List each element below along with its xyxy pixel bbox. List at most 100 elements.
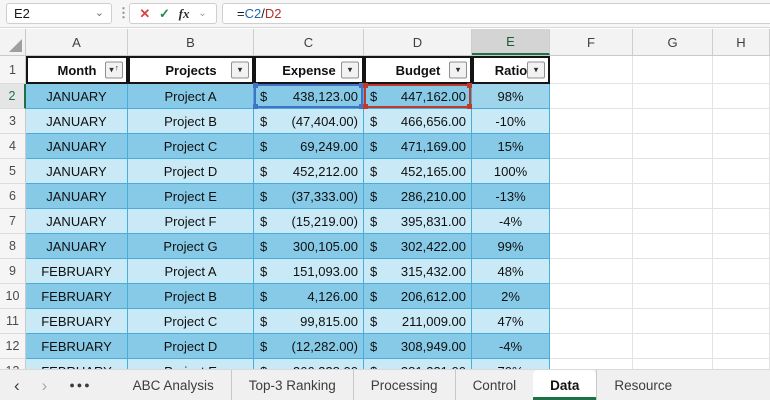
cell-empty[interactable] — [633, 209, 713, 234]
previous-sheet-icon[interactable]: ‹ — [14, 377, 20, 394]
row-header-13[interactable]: 13 — [0, 359, 26, 369]
cell-ratio[interactable]: 99% — [472, 234, 550, 259]
column-header-c[interactable]: C — [254, 29, 364, 55]
row-header-8[interactable]: 8 — [0, 234, 26, 259]
cell-empty[interactable] — [713, 134, 770, 159]
cell-empty[interactable] — [633, 284, 713, 309]
cell-project[interactable]: Project C — [128, 134, 254, 159]
row-header-5[interactable]: 5 — [0, 159, 26, 184]
cell-ratio[interactable]: -13% — [472, 184, 550, 209]
cell-empty[interactable] — [550, 56, 633, 84]
column-header-e[interactable]: E — [472, 29, 550, 55]
sheet-tab-control[interactable]: Control — [454, 370, 534, 400]
cancel-icon[interactable]: ✕ — [139, 6, 150, 22]
cell-expense[interactable]: $99,815.00 — [254, 309, 364, 334]
cell-empty[interactable] — [633, 109, 713, 134]
column-header-d[interactable]: D — [364, 29, 472, 55]
all-sheets-icon[interactable]: ●●● — [69, 380, 91, 390]
header-cell-month[interactable]: Month ▾ ↑ — [26, 56, 128, 84]
cell-month[interactable]: FEBRUARY — [26, 334, 128, 359]
filter-dropdown-icon[interactable]: ▾ — [341, 61, 359, 79]
filter-dropdown-icon[interactable]: ▾ — [527, 61, 545, 79]
cell-month[interactable]: JANUARY — [26, 109, 128, 134]
sheet-tab-data[interactable]: Data — [533, 370, 597, 400]
column-header-b[interactable]: B — [128, 29, 254, 55]
sheet-tab-resource[interactable]: Resource — [596, 370, 689, 400]
row-header-2[interactable]: 2 — [0, 84, 26, 109]
cell-budget[interactable]: $308,949.00 — [364, 334, 472, 359]
cell-ratio[interactable]: 48% — [472, 259, 550, 284]
filter-sort-ascending-icon[interactable]: ▾ ↑ — [105, 61, 123, 79]
cell-month[interactable]: JANUARY — [26, 209, 128, 234]
cell-empty[interactable] — [550, 334, 633, 359]
cell-empty[interactable] — [633, 334, 713, 359]
row-header-12[interactable]: 12 — [0, 334, 26, 359]
cell-expense[interactable]: $151,093.00 — [254, 259, 364, 284]
cell-project[interactable]: Project F — [128, 209, 254, 234]
cell-empty[interactable] — [633, 56, 713, 84]
row-header-9[interactable]: 9 — [0, 259, 26, 284]
row-header-3[interactable]: 3 — [0, 109, 26, 134]
cell-month[interactable]: JANUARY — [26, 234, 128, 259]
cell-empty[interactable] — [713, 284, 770, 309]
cell-ratio[interactable]: 15% — [472, 134, 550, 159]
cell-project[interactable]: Project C — [128, 309, 254, 334]
cell-expense[interactable]: $ (47,404.00) — [254, 109, 364, 134]
column-header-g[interactable]: G — [633, 29, 713, 55]
cell-empty[interactable] — [550, 84, 633, 109]
cell-month[interactable]: FEBRUARY — [26, 284, 128, 309]
cell-budget[interactable]: $471,169.00 — [364, 134, 472, 159]
cell-empty[interactable] — [713, 309, 770, 334]
cell-project[interactable]: Project G — [128, 234, 254, 259]
cell-project[interactable]: Project A — [128, 259, 254, 284]
cell-ratio[interactable]: 2% — [472, 284, 550, 309]
name-box[interactable]: E2 ⌄ — [6, 3, 112, 24]
cell-empty[interactable] — [713, 209, 770, 234]
cell-expense[interactable]: $4,126.00 — [254, 284, 364, 309]
cell-ratio[interactable]: 47% — [472, 309, 550, 334]
row-header-10[interactable]: 10 — [0, 284, 26, 309]
cell-month[interactable]: JANUARY — [26, 159, 128, 184]
cell-empty[interactable] — [550, 134, 633, 159]
cell-empty[interactable] — [633, 134, 713, 159]
cell-project[interactable]: Project E — [128, 184, 254, 209]
header-cell-ratio[interactable]: Ratio ▾ — [472, 56, 550, 84]
cell-project[interactable]: Project A — [128, 84, 254, 109]
cell-empty[interactable] — [550, 359, 633, 369]
cell-month[interactable]: FEBRUARY — [26, 309, 128, 334]
column-header-f[interactable]: F — [550, 29, 633, 55]
header-cell-projects[interactable]: Projects ▾ — [128, 56, 254, 84]
cell-empty[interactable] — [550, 234, 633, 259]
filter-dropdown-icon[interactable]: ▾ — [449, 61, 467, 79]
cell-expense[interactable]: $ (15,219.00) — [254, 209, 364, 234]
chevron-down-icon[interactable]: ⌄ — [95, 8, 104, 19]
cell-budget[interactable]: $395,831.00 — [364, 209, 472, 234]
cell-empty[interactable] — [713, 334, 770, 359]
cell-empty[interactable] — [713, 56, 770, 84]
cell-project[interactable]: Project E — [128, 359, 254, 369]
row-header-4[interactable]: 4 — [0, 134, 26, 159]
cell-project[interactable]: Project D — [128, 334, 254, 359]
cell-expense[interactable]: $ (12,282.00) — [254, 334, 364, 359]
cell-month[interactable]: FEBRUARY — [26, 259, 128, 284]
cell-project[interactable]: Project B — [128, 284, 254, 309]
cell-empty[interactable] — [633, 259, 713, 284]
cell-empty[interactable] — [633, 184, 713, 209]
cell-budget[interactable]: $286,210.00 — [364, 184, 472, 209]
cell-empty[interactable] — [633, 359, 713, 369]
header-cell-budget[interactable]: Budget ▾ — [364, 56, 472, 84]
cell-budget[interactable]: $452,165.00 — [364, 159, 472, 184]
row-header-1[interactable]: 1 — [0, 56, 26, 84]
insert-function-icon[interactable]: fx — [179, 6, 190, 22]
cell-empty[interactable] — [633, 309, 713, 334]
cell-budget[interactable]: $206,612.00 — [364, 284, 472, 309]
cell-month[interactable]: FEBRUARY — [26, 359, 128, 369]
cell-ratio[interactable]: 98% — [472, 84, 550, 109]
cell-empty[interactable] — [550, 109, 633, 134]
cell-expense[interactable]: $452,212.00 — [254, 159, 364, 184]
cell-budget[interactable]: $211,009.00 — [364, 309, 472, 334]
row-header-6[interactable]: 6 — [0, 184, 26, 209]
cell-expense[interactable]: $266,338.00 — [254, 359, 364, 369]
cell-empty[interactable] — [633, 234, 713, 259]
cell-project[interactable]: Project B — [128, 109, 254, 134]
